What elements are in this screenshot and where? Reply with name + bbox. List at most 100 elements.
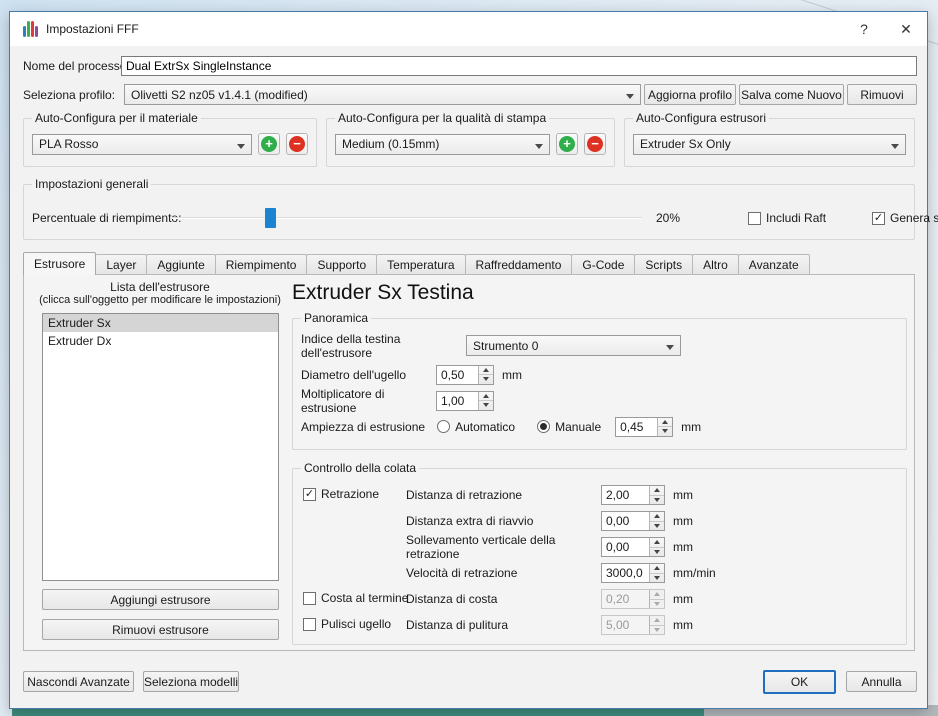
spinner-buttons — [649, 486, 664, 504]
general-settings-group: Impostazioni generali Percentuale di rie… — [23, 184, 915, 240]
spin-value[interactable]: 0,00 — [602, 538, 649, 556]
list-item-extruder-dx[interactable]: Extruder Dx — [43, 332, 278, 350]
spinner-down-icon[interactable] — [650, 522, 664, 531]
spinner-buttons — [649, 616, 664, 634]
extruders-select[interactable]: Extruder Sx Only — [633, 134, 906, 155]
add-quality-button[interactable]: + — [556, 133, 578, 155]
extrusion-width-spinbox[interactable]: 0,45 — [615, 417, 673, 437]
toolhead-select[interactable]: Strumento 0 — [466, 335, 681, 356]
infill-slider[interactable] — [172, 208, 642, 228]
spin-value[interactable]: 0,00 — [602, 512, 649, 530]
remove-profile-button[interactable]: Rimuovi — [847, 84, 917, 105]
retraction-label: Retrazione — [321, 487, 379, 501]
cancel-button[interactable]: Annulla — [846, 671, 917, 692]
add-material-button[interactable]: + — [258, 133, 280, 155]
tab-scripts[interactable]: Scripts — [634, 254, 693, 275]
spinner-down-icon[interactable] — [650, 574, 664, 583]
spinner-down-icon[interactable] — [650, 548, 664, 557]
tab-layer[interactable]: Layer — [95, 254, 147, 275]
slider-track[interactable] — [172, 217, 642, 219]
spinner-buttons — [649, 590, 664, 608]
quality-select[interactable]: Medium (0.15mm) — [335, 134, 550, 155]
retraction-speed-spinbox[interactable]: 3000,0 — [601, 563, 665, 583]
overview-group: Panoramica Indice della testina dell'est… — [292, 318, 907, 450]
chevron-down-icon — [626, 94, 634, 99]
remove-extruder-button[interactable]: Rimuovi estrusore — [42, 619, 279, 640]
tab-altro[interactable]: Altro — [692, 254, 739, 275]
remove-quality-button[interactable]: − — [584, 133, 606, 155]
include-raft-checkbox[interactable]: Includi Raft — [748, 211, 826, 225]
profile-label: Seleziona profilo: — [23, 88, 121, 102]
spinner-up-icon[interactable] — [658, 418, 672, 428]
generate-support-checkbox[interactable]: ✓ Genera supporto — [872, 211, 938, 225]
spinner-up-icon[interactable] — [650, 538, 664, 548]
save-as-new-button[interactable]: Salva come Nuovo — [739, 84, 844, 105]
wipe-distance-spinbox: 5,00 — [601, 615, 665, 635]
tab-riempimento[interactable]: Riempimento — [215, 254, 308, 275]
retraction-distance-spinbox[interactable]: 2,00 — [601, 485, 665, 505]
tab-temperatura[interactable]: Temperatura — [376, 254, 465, 275]
spinner-down-icon[interactable] — [479, 375, 493, 384]
select-models-button[interactable]: Seleziona modelli — [143, 671, 239, 692]
width-manual-radio[interactable]: Manuale — [537, 420, 601, 434]
spinner-down-icon[interactable] — [479, 401, 493, 410]
retraction-checkbox[interactable]: ✓ Retrazione — [303, 487, 379, 501]
spinner-up-icon[interactable] — [479, 392, 493, 402]
tab-aggiunte[interactable]: Aggiunte — [146, 254, 215, 275]
vertical-lift-spinbox[interactable]: 0,00 — [601, 537, 665, 557]
titlebar[interactable]: Impostazioni FFF ? ✕ — [10, 12, 927, 46]
unit-label: mm — [673, 540, 693, 554]
spinner-up-icon[interactable] — [650, 512, 664, 522]
include-raft-label: Includi Raft — [766, 211, 826, 225]
material-select[interactable]: PLA Rosso — [32, 134, 252, 155]
list-item-extruder-sx[interactable]: Extruder Sx — [43, 314, 278, 332]
width-automatic-radio[interactable]: Automatico — [437, 420, 515, 434]
nozzle-diameter-spinbox[interactable]: 0,50 — [436, 365, 494, 385]
auto-material-title: Auto-Configura per il materiale — [32, 111, 201, 125]
spinner-down-icon[interactable] — [658, 427, 672, 436]
help-button[interactable]: ? — [843, 12, 885, 46]
radio-unselected-icon — [437, 420, 450, 433]
spin-value[interactable]: 3000,0 — [602, 564, 649, 582]
close-button[interactable]: ✕ — [885, 12, 927, 46]
spinner-down-icon[interactable] — [650, 496, 664, 505]
ooze-control-title: Controllo della colata — [301, 461, 419, 475]
hide-advanced-button[interactable]: Nascondi Avanzate — [23, 671, 134, 692]
slider-handle[interactable] — [265, 208, 276, 228]
plus-icon: + — [559, 136, 575, 152]
spin-value: 0,20 — [602, 590, 649, 608]
coast-distance-label: Distanza di costa — [406, 592, 601, 606]
spin-value[interactable]: 0,45 — [616, 418, 657, 436]
tab-estrusore[interactable]: Estrusore — [23, 252, 96, 275]
tab-raffreddamento[interactable]: Raffreddamento — [465, 254, 573, 275]
radio-selected-icon — [537, 420, 550, 433]
spin-value[interactable]: 1,00 — [437, 392, 478, 410]
extrusion-multiplier-spinbox[interactable]: 1,00 — [436, 391, 494, 411]
update-profile-button[interactable]: Aggiorna profilo — [644, 84, 736, 105]
checkbox-unchecked-icon — [303, 618, 316, 631]
extruder-list-subtitle: (clicca sull'oggetto per modificare le i… — [24, 294, 296, 306]
wipe-distance-row: Distanza di pulitura 5,00 mm — [406, 615, 693, 635]
profile-select[interactable]: Olivetti S2 nz05 v1.4.1 (modified) — [124, 84, 641, 105]
coast-at-end-checkbox[interactable]: Costa al termine — [303, 591, 408, 605]
add-extruder-button[interactable]: Aggiungi estrusore — [42, 589, 279, 610]
tab-gcode[interactable]: G-Code — [571, 254, 635, 275]
unit-label: mm — [673, 618, 693, 632]
ok-button[interactable]: OK — [763, 670, 836, 694]
wipe-nozzle-checkbox[interactable]: Pulisci ugello — [303, 617, 391, 631]
extrusion-width-row: Ampiezza di estrusione Automatico Manual… — [301, 416, 701, 437]
extrusion-width-label: Ampiezza di estrusione — [301, 420, 425, 434]
remove-material-button[interactable]: − — [286, 133, 308, 155]
spin-value[interactable]: 0,50 — [437, 366, 478, 384]
process-name-input[interactable] — [121, 56, 917, 76]
generate-support-label: Genera supporto — [890, 211, 938, 225]
tab-supporto[interactable]: Supporto — [306, 254, 377, 275]
spinner-up-icon[interactable] — [479, 366, 493, 376]
spinner-up-icon[interactable] — [650, 564, 664, 574]
spin-value[interactable]: 2,00 — [602, 486, 649, 504]
unit-label: mm/min — [673, 566, 716, 580]
extra-restart-distance-spinbox[interactable]: 0,00 — [601, 511, 665, 531]
process-name-row: Nome del processo: — [23, 56, 917, 76]
spinner-up-icon[interactable] — [650, 486, 664, 496]
tab-avanzate[interactable]: Avanzate — [738, 254, 810, 275]
